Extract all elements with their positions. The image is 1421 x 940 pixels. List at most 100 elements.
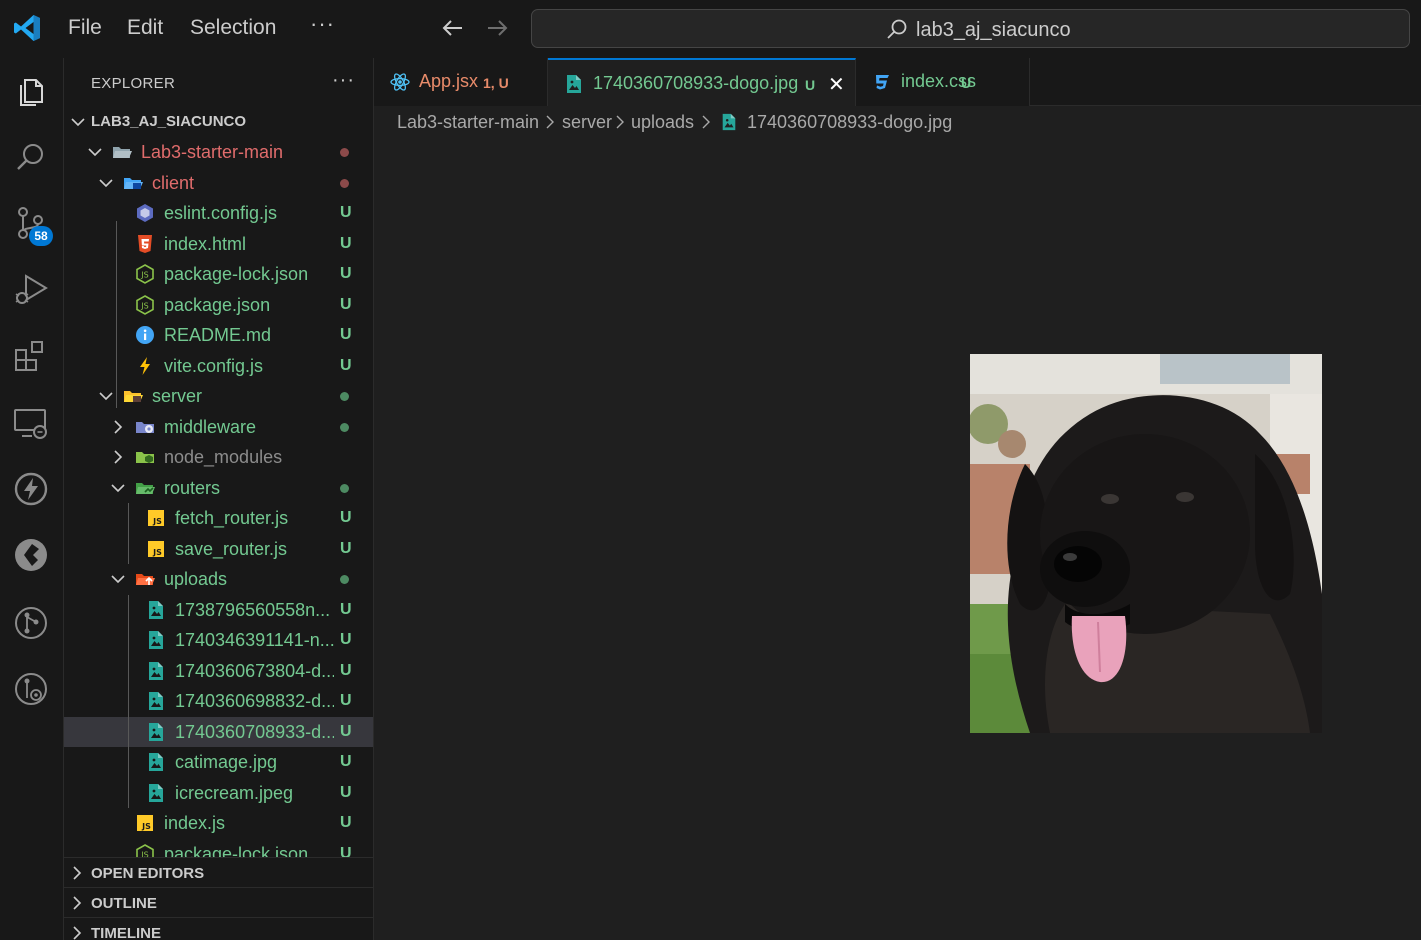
sidebar-title: EXPLORER (91, 75, 176, 92)
image-file-icon (149, 722, 163, 741)
tree-item-label: client (152, 172, 195, 193)
tree-file[interactable]: vite.config.js U (64, 351, 373, 381)
tree-folder[interactable]: routers (64, 473, 373, 503)
breadcrumb-item[interactable]: uploads (631, 112, 694, 133)
tree-file[interactable]: icrecream.jpeg U (64, 778, 373, 808)
tree-file[interactable]: 1738796560558n... U (64, 595, 373, 625)
git-status-dot (340, 483, 349, 493)
tree-item-label: package-lock.json (164, 264, 309, 284)
dog-image-preview[interactable] (970, 354, 1322, 733)
menu-edit[interactable]: Edit (127, 16, 163, 40)
menu-file[interactable]: File (68, 16, 102, 40)
chevron-right-icon (73, 926, 82, 940)
menu-more-button[interactable]: ··· (310, 11, 335, 37)
chevron-right-icon (73, 866, 82, 880)
tree-file[interactable]: JS package-lock.json U (64, 259, 373, 289)
tree-file[interactable]: 1740360698832-d... U (64, 686, 373, 716)
panel-timeline[interactable]: TIMELINE (64, 917, 373, 940)
tree-file[interactable]: 1740360708933-d... U (64, 716, 373, 747)
tab-status: U (805, 77, 816, 93)
tree-file[interactable]: eslint.config.js U (64, 198, 373, 228)
vscode-logo-icon[interactable] (12, 13, 42, 43)
git-graph-icon[interactable] (12, 604, 50, 642)
explorer-icon[interactable] (12, 72, 50, 110)
tree-file[interactable]: README.md U (64, 320, 373, 350)
git-status-badge: U (340, 753, 352, 770)
tree-file[interactable]: JS fetch_router.js U (64, 503, 373, 533)
indent-guide (128, 503, 129, 564)
panel-open-editors[interactable]: OPEN EDITORS (64, 857, 373, 887)
remote-explorer-icon[interactable] (12, 404, 50, 442)
search-icon[interactable] (12, 138, 50, 176)
svg-text:JS: JS (140, 301, 148, 310)
folder-middleware-icon (136, 421, 154, 433)
command-center-search[interactable]: lab3_aj_siacunco (531, 9, 1410, 48)
thunder-client-icon[interactable] (12, 470, 50, 508)
tree-file[interactable]: 1740360673804-d... U (64, 656, 373, 686)
chevron-down-icon[interactable] (111, 572, 125, 586)
eslint-icon (137, 204, 153, 222)
extensions-icon[interactable] (12, 336, 50, 374)
chevron-down-icon[interactable] (88, 145, 102, 159)
git-status-badge: U (340, 234, 352, 252)
tree-file[interactable]: catimage.jpg U (64, 747, 373, 777)
breadcrumb-item[interactable]: 1740360708933-dogo.jpg (747, 112, 952, 133)
panel-outline-label: OUTLINE (91, 895, 157, 912)
chevron-right-icon[interactable] (111, 450, 125, 464)
tree-file[interactable]: JS package.json U (64, 290, 373, 320)
git-status-badge: U (340, 814, 352, 831)
go-back-icon[interactable] (440, 15, 466, 41)
chevron-down-icon[interactable] (99, 176, 113, 190)
tab-status: 1, U (483, 75, 509, 91)
html-icon (138, 234, 152, 253)
menu-selection[interactable]: Selection (190, 16, 276, 40)
workspace-root[interactable]: LAB3_AJ_SIACUNCO (64, 108, 373, 136)
tree-item-label: index.js (164, 813, 226, 833)
gitlens-icon[interactable] (12, 670, 50, 708)
nodejs-icon: JS (136, 294, 154, 315)
panel-timeline-label: TIMELINE (91, 925, 161, 940)
panel-outline[interactable]: OUTLINE (64, 887, 373, 917)
tree-folder[interactable]: middleware (64, 412, 373, 442)
image-file-icon (149, 753, 163, 771)
tab-app-jsx[interactable]: App.jsx 1, U (374, 58, 548, 106)
tree-file[interactable]: JS save_router.js U (64, 534, 373, 564)
tree-folder[interactable]: uploads (64, 564, 373, 594)
tree-item-label: README.md (164, 325, 272, 345)
tree-folder[interactable]: server (64, 381, 373, 411)
tab-label: App.jsx (419, 71, 479, 91)
image-file-icon (567, 75, 581, 93)
folder-open-icon (113, 147, 132, 158)
close-icon[interactable]: ✕ (828, 72, 845, 97)
tree-folder[interactable]: Lab3-starter-main (64, 137, 373, 167)
tree-file[interactable]: 1740346391141-n... U (64, 625, 373, 655)
tab-dogo-jpg[interactable]: 1740360708933-dogo.jpg U ✕ (548, 58, 856, 107)
chevron-down-icon[interactable] (99, 389, 113, 403)
breadcrumb-item[interactable]: server (562, 112, 612, 133)
git-status-dot (340, 422, 349, 432)
git-status-dot (340, 392, 349, 401)
tree-folder[interactable]: client (64, 168, 373, 198)
tree-folder[interactable]: node_modules (64, 442, 373, 472)
search-icon (887, 19, 907, 39)
tree-item-label: 1738796560558n... (175, 599, 331, 620)
git-status-dot (340, 575, 349, 584)
tab-index-css[interactable]: index.css U (856, 58, 1030, 106)
tree-item-label: uploads (164, 569, 228, 589)
chevron-down-icon[interactable] (111, 481, 125, 495)
svg-text:JS: JS (141, 822, 151, 831)
image-file-icon (722, 113, 736, 131)
tree-file[interactable]: index.html U (64, 229, 373, 259)
git-status-badge: U (340, 265, 352, 282)
sidebar-more-button[interactable]: ··· (332, 69, 355, 92)
chevron-right-icon (616, 115, 624, 129)
tree-item-label: routers (164, 477, 221, 498)
breadcrumb-item[interactable]: Lab3-starter-main (397, 112, 539, 133)
git-status-badge: U (340, 600, 352, 618)
run-debug-icon[interactable] (12, 270, 50, 308)
go-forward-icon[interactable] (484, 15, 510, 41)
docker-icon[interactable] (12, 536, 50, 574)
tree-file[interactable]: JS index.js U (64, 808, 373, 838)
svg-text:JS: JS (152, 517, 162, 526)
chevron-right-icon[interactable] (111, 419, 125, 434)
